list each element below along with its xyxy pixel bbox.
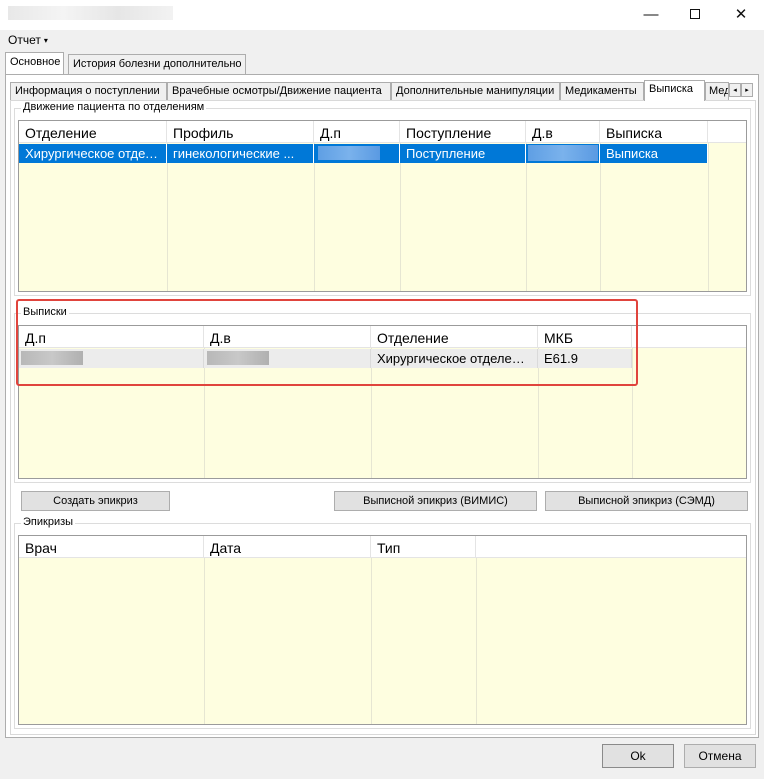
column-divider <box>167 143 168 291</box>
column-header-dp[interactable]: Д.п <box>19 326 204 348</box>
tab-medications[interactable]: Медикаменты <box>560 82 644 100</box>
column-header-doctor[interactable]: Врач <box>19 536 204 558</box>
column-header-dv[interactable]: Д.в <box>204 326 371 348</box>
movement-grid[interactable]: Отделение Профиль Д.п Поступление Д.в Вы… <box>18 120 747 292</box>
close-button[interactable]: ✕ <box>718 0 764 28</box>
menu-report[interactable]: Отчет ▾ <box>8 33 48 47</box>
discharges-grid[interactable]: Д.п Д.в Отделение МКБ Хирургическое отде… <box>18 325 747 479</box>
discharges-grid-header: Д.п Д.в Отделение МКБ <box>19 326 746 348</box>
minimize-button[interactable]: — <box>628 0 674 28</box>
epicrises-groupbox: Эпикризы Врач Дата Тип <box>14 516 751 729</box>
column-header-dv[interactable]: Д.в <box>526 121 600 143</box>
cell-department: Хирургическое отделение <box>371 349 538 368</box>
column-header-profile[interactable]: Профиль <box>167 121 314 143</box>
redacted-date <box>528 145 598 161</box>
epicrises-grid[interactable]: Врач Дата Тип <box>18 535 747 725</box>
redacted-date <box>21 351 83 365</box>
tab-additional-manipulations[interactable]: Дополнительные манипуляции <box>391 82 560 100</box>
window-title-redacted <box>8 6 173 20</box>
tab-main[interactable]: Основное <box>5 52 64 74</box>
discharges-groupbox: Выписки Д.п Д.в Отделение МКБ Хирургичес… <box>14 306 751 483</box>
redacted-date <box>318 146 380 160</box>
menu-bar: Отчет ▾ <box>0 30 764 50</box>
maximize-button[interactable] <box>672 0 718 28</box>
column-header-admission[interactable]: Поступление <box>400 121 526 143</box>
column-header-department[interactable]: Отделение <box>19 121 167 143</box>
epicrises-grid-header: Врач Дата Тип <box>19 536 746 558</box>
client-area: Основное История болезни дополнительно И… <box>0 50 764 779</box>
cell-discharge: Выписка <box>600 144 708 163</box>
column-divider <box>708 143 709 291</box>
column-header-date[interactable]: Дата <box>204 536 371 558</box>
table-row[interactable]: Хирургическое отделение гинекологические… <box>19 144 708 163</box>
tab-med-truncated[interactable]: Мед <box>705 82 729 100</box>
tab-scroll-right-button[interactable]: ▸ <box>741 83 753 97</box>
column-divider <box>204 558 205 724</box>
tab-scroll-left-button[interactable]: ◂ <box>729 83 741 97</box>
arrow-right-icon: ▸ <box>745 87 749 94</box>
ok-button[interactable]: Ok <box>602 744 674 768</box>
column-divider <box>526 143 527 291</box>
discharge-tab-panel: Движение пациента по отделениям Отделени… <box>10 100 756 735</box>
menu-report-label: Отчет <box>8 33 41 47</box>
column-divider <box>476 558 477 724</box>
cell-dp <box>19 349 204 368</box>
tab-doctor-exams[interactable]: Врачебные осмотры/Движение пациента <box>167 82 391 100</box>
arrow-left-icon: ◂ <box>733 87 737 94</box>
epicrises-group-label: Эпикризы <box>21 516 76 528</box>
column-header-icd[interactable]: МКБ <box>538 326 632 348</box>
cell-dv <box>526 144 600 163</box>
cancel-button[interactable]: Отмена <box>684 744 756 768</box>
chevron-down-icon: ▾ <box>43 36 48 45</box>
discharges-group-label: Выписки <box>21 306 69 318</box>
cell-department: Хирургическое отделение <box>19 144 167 163</box>
cell-dv <box>204 349 371 368</box>
column-divider <box>600 143 601 291</box>
tab-history-additional[interactable]: История болезни дополнительно <box>68 54 246 74</box>
cell-icd: E61.9 <box>538 349 632 368</box>
column-divider <box>371 558 372 724</box>
column-header-dp[interactable]: Д.п <box>314 121 400 143</box>
semd-epicrisis-button[interactable]: Выписной эпикриз (СЭМД) <box>545 491 748 511</box>
cell-admission: Поступление <box>400 144 526 163</box>
sub-tabstrip: Информация о поступлении Врачебные осмот… <box>10 80 756 101</box>
column-divider <box>632 348 633 478</box>
tab-admission-info[interactable]: Информация о поступлении <box>10 82 167 100</box>
table-row[interactable]: Хирургическое отделение E61.9 <box>19 349 632 368</box>
tab-discharge[interactable]: Выписка <box>644 80 705 101</box>
vimis-epicrisis-button[interactable]: Выписной эпикриз (ВИМИС) <box>334 491 537 511</box>
redacted-date <box>207 351 269 365</box>
create-epicrisis-button[interactable]: Создать эпикриз <box>21 491 170 511</box>
column-divider <box>314 143 315 291</box>
column-header-department[interactable]: Отделение <box>371 326 538 348</box>
main-tab-panel: Информация о поступлении Врачебные осмот… <box>5 74 759 738</box>
maximize-icon <box>690 9 700 19</box>
title-bar: — ✕ <box>0 0 764 28</box>
column-header-discharge[interactable]: Выписка <box>600 121 708 143</box>
close-icon: ✕ <box>734 6 748 23</box>
movement-group-label: Движение пациента по отделениям <box>21 101 207 113</box>
cell-profile: гинекологические ... <box>167 144 314 163</box>
column-divider <box>400 143 401 291</box>
movement-groupbox: Движение пациента по отделениям Отделени… <box>14 101 751 296</box>
movement-grid-header: Отделение Профиль Д.п Поступление Д.в Вы… <box>19 121 746 143</box>
cell-dp <box>314 144 400 163</box>
minimize-icon: — <box>643 5 659 23</box>
column-header-type[interactable]: Тип <box>371 536 476 558</box>
